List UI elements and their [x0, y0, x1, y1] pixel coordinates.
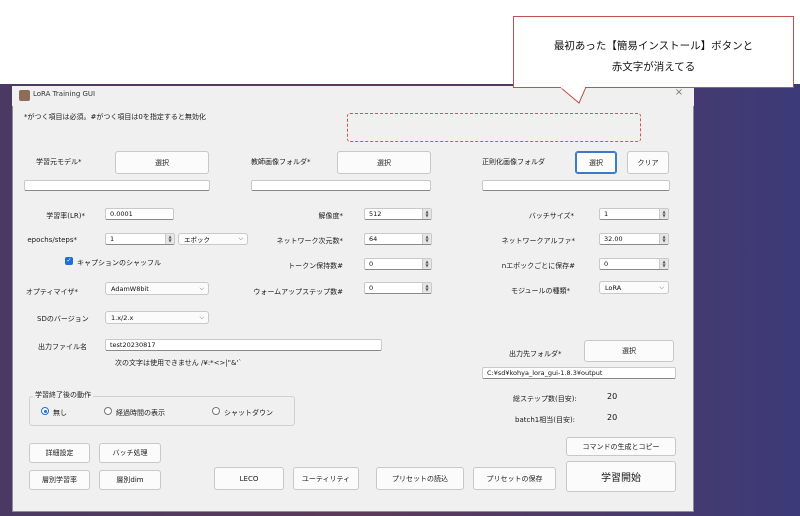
save-every-spinbox[interactable]: 0 ▲ ▼: [599, 258, 669, 270]
detail-settings-button[interactable]: 詳細設定: [29, 443, 90, 463]
batch1-label: batch1相当(目安):: [515, 416, 576, 424]
epochs-value: 1: [110, 235, 115, 243]
after-training-elapsed-radio[interactable]: [104, 407, 112, 415]
optimizer-label: オプティマイザ*: [25, 288, 78, 296]
network-dim-label: ネットワーク次元数*: [276, 237, 344, 245]
output-folder-label: 出力先フォルダ*: [509, 350, 562, 358]
save-preset-button[interactable]: プリセットの保存: [473, 467, 556, 490]
batch-size-spinbox[interactable]: 1 ▲ ▼: [599, 208, 669, 220]
network-alpha-spinbox[interactable]: 32.00 ▲ ▼: [599, 233, 669, 245]
output-filename-label: 出力ファイル名: [38, 343, 87, 351]
teacher-folder-label: 教師画像フォルダ*: [251, 158, 311, 166]
keep-tokens-label: トークン保持数#: [288, 262, 343, 270]
annotation-text: 最初あった【簡易インストール】ボタンと 赤文字が消えてる: [513, 36, 794, 78]
output-filename-input[interactable]: test20230817: [105, 339, 382, 351]
batch-size-label: バッチサイズ*: [528, 212, 574, 220]
base-model-label: 学習元モデル*: [36, 158, 82, 166]
load-preset-button[interactable]: プリセットの読込: [376, 467, 464, 490]
resolution-stepper-icon[interactable]: ▲ ▼: [422, 209, 431, 219]
lr-input[interactable]: 0.0001: [105, 208, 174, 220]
sd-version-value: 1.x/2.x: [111, 313, 134, 322]
generate-command-button[interactable]: コマンドの生成とコピー: [566, 437, 676, 456]
chevron-down-icon: ⌵: [199, 313, 204, 321]
epochs-label: epochs/steps*: [27, 236, 77, 244]
after-training-shutdown-radio[interactable]: [212, 407, 220, 415]
network-alpha-value: 32.00: [604, 235, 623, 243]
resolution-label: 解像度*: [318, 212, 344, 220]
save-every-label: nエポックごとに保存#: [501, 262, 575, 270]
output-folder-path-field[interactable]: C:¥sd¥kohya_lora_gui-1.8.3¥output: [482, 367, 676, 379]
leco-button[interactable]: LECO: [214, 467, 284, 490]
warmup-stepper-icon[interactable]: ▲ ▼: [422, 283, 431, 293]
base-model-path-field[interactable]: [24, 180, 210, 191]
save-every-value: 0: [604, 260, 609, 268]
sd-version-label: SDのバージョン: [37, 315, 89, 323]
epochs-spinbox[interactable]: 1 ▲ ▼: [105, 233, 175, 245]
after-training-none-label: 無し: [53, 409, 67, 417]
after-training-none-radio[interactable]: [41, 407, 49, 415]
epochs-unit-dropdown[interactable]: エポック ⌵: [178, 233, 248, 245]
teacher-folder-select-button[interactable]: 選択: [337, 151, 431, 174]
total-steps-value: 20: [607, 392, 618, 401]
save-every-stepper-icon[interactable]: ▲ ▼: [659, 259, 668, 269]
resolution-spinbox[interactable]: 512 ▲ ▼: [364, 208, 432, 220]
after-training-label: 学習終了後の動作: [33, 390, 93, 400]
warmup-value: 0: [369, 284, 374, 292]
warmup-label: ウォームアップステップ数#: [253, 288, 343, 296]
keep-tokens-value: 0: [369, 260, 374, 268]
chevron-down-icon: ⌵: [659, 283, 664, 291]
batch1-value: 20: [607, 413, 618, 422]
reg-folder-path-field[interactable]: [482, 180, 670, 191]
batch-process-button[interactable]: バッチ処理: [99, 443, 161, 463]
module-type-value: LoRA: [605, 283, 622, 292]
layer-dim-button[interactable]: 層別dim: [99, 470, 161, 490]
module-type-dropdown[interactable]: LoRA ⌵: [599, 281, 669, 294]
epochs-unit-value: エポック: [184, 236, 210, 244]
teacher-folder-path-field[interactable]: [251, 180, 431, 191]
epochs-stepper-icon[interactable]: ▲ ▼: [165, 234, 174, 244]
keep-tokens-stepper-icon[interactable]: ▲ ▼: [422, 259, 431, 269]
output-folder-select-button[interactable]: 選択: [584, 340, 674, 362]
optimizer-value: AdamW8bit: [111, 284, 149, 293]
base-model-select-button[interactable]: 選択: [115, 151, 209, 174]
reg-folder-clear-button[interactable]: クリア: [627, 151, 669, 174]
utility-button[interactable]: ユーティリティ: [293, 467, 359, 490]
filename-hint: 次の文字は使用できません /¥:*<>|"&'`: [115, 359, 242, 367]
shuffle-caption-label: キャプションのシャッフル: [77, 259, 161, 267]
annotation-line-1: 最初あった【簡易インストール】ボタンと: [553, 40, 754, 52]
network-alpha-stepper-icon[interactable]: ▲ ▼: [659, 234, 668, 244]
removed-area-highlight: [347, 113, 641, 142]
network-dim-spinbox[interactable]: 64 ▲ ▼: [364, 233, 432, 245]
network-alpha-label: ネットワークアルファ*: [501, 237, 575, 245]
after-training-elapsed-label: 経過時間の表示: [116, 409, 165, 417]
optimizer-dropdown[interactable]: AdamW8bit ⌵: [105, 282, 209, 295]
module-type-label: モジュールの種類*: [510, 287, 570, 295]
after-training-shutdown-label: シャットダウン: [224, 409, 273, 417]
required-notice: *がつく項目は必須。#がつく項目は0を指定すると無効化: [24, 113, 206, 121]
reg-folder-label: 正則化画像フォルダ: [482, 158, 545, 166]
batch-size-stepper-icon[interactable]: ▲ ▼: [659, 209, 668, 219]
batch-size-value: 1: [604, 210, 609, 218]
layer-lr-button[interactable]: 層別学習率: [29, 470, 90, 490]
network-dim-stepper-icon[interactable]: ▲ ▼: [422, 234, 431, 244]
lr-label: 学習率(LR)*: [46, 212, 85, 220]
chevron-down-icon: ⌵: [238, 235, 243, 242]
total-steps-label: 総ステップ数(目安):: [513, 395, 577, 403]
annotation-line-2: 赤文字が消えてる: [611, 61, 696, 73]
resolution-value: 512: [369, 210, 382, 218]
chevron-down-icon: ⌵: [199, 284, 204, 292]
reg-folder-select-button[interactable]: 選択: [575, 151, 617, 174]
sd-version-dropdown[interactable]: 1.x/2.x ⌵: [105, 311, 209, 324]
start-training-button[interactable]: 学習開始: [566, 461, 676, 492]
network-dim-value: 64: [369, 235, 378, 243]
warmup-spinbox[interactable]: 0 ▲ ▼: [364, 282, 432, 294]
shuffle-caption-checkbox[interactable]: ✓: [65, 257, 73, 265]
keep-tokens-spinbox[interactable]: 0 ▲ ▼: [364, 258, 432, 270]
